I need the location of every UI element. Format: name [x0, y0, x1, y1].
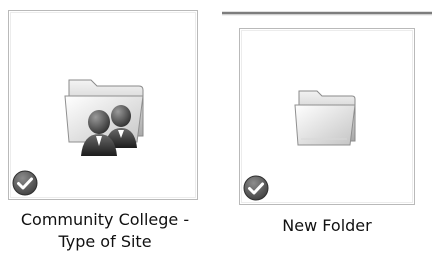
folder-name-label[interactable]: Community College - Type of Site — [0, 209, 210, 253]
folder-thumbnail[interactable] — [239, 28, 415, 205]
folder-name-line-2: Type of Site — [58, 232, 152, 251]
group-folder-icon — [64, 79, 144, 156]
folder-name-line-1: New Folder — [282, 216, 372, 235]
folder-item-new-folder[interactable]: New Folder — [222, 20, 435, 258]
folder-thumbnail[interactable] — [8, 10, 198, 200]
folder-name-line-1: Community College - — [20, 210, 190, 229]
checkmark-badge-icon — [12, 170, 38, 196]
folder-item-community-college[interactable]: Community College - Type of Site — [0, 0, 215, 258]
folder-icon — [294, 90, 356, 146]
checkmark-badge-icon — [243, 175, 269, 201]
folder-name-label[interactable]: New Folder — [222, 215, 432, 237]
top-divider — [222, 11, 432, 16]
